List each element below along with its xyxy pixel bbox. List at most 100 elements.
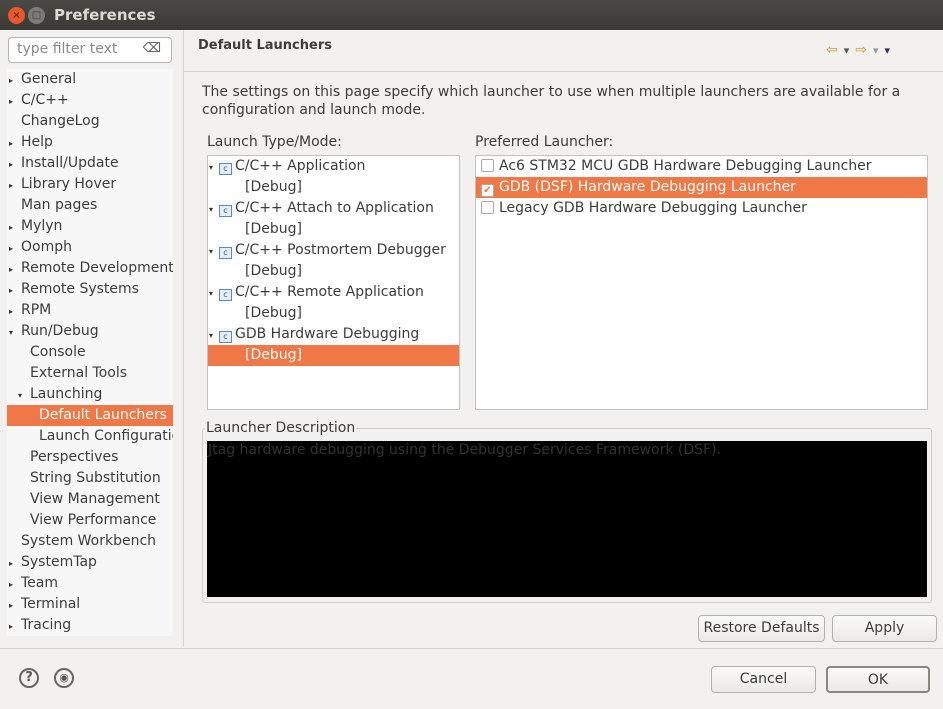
launch-type-label: C/C++ Postmortem Debugger: [235, 242, 446, 258]
tree-item[interactable]: View Management: [7, 489, 160, 510]
expand-arrow-icon[interactable]: ▸: [9, 154, 21, 175]
expand-arrow-icon[interactable]: ▸: [9, 175, 21, 196]
launch-type-item[interactable]: ▾ c C/C++ Attach to Application: [208, 198, 459, 219]
close-button[interactable]: ×: [8, 7, 25, 24]
sash[interactable]: [183, 30, 184, 647]
collapse-arrow-icon[interactable]: ▾: [209, 283, 219, 304]
tree-item-label: Perspectives: [30, 449, 119, 465]
expand-arrow-icon[interactable]: ▸: [9, 217, 21, 238]
tree-item[interactable]: ▸ Install/Update: [7, 153, 119, 174]
tree-item[interactable]: System Workbench: [7, 531, 156, 552]
preferred-launcher-item[interactable]: Ac6 STM32 MCU GDB Hardware Debugging Lau…: [476, 156, 927, 177]
expand-arrow-icon[interactable]: ▸: [9, 616, 21, 636]
tree-item[interactable]: ▸ Remote Development: [7, 258, 173, 279]
collapse-arrow-icon[interactable]: ▾: [209, 199, 219, 220]
tree-item[interactable]: ▸ SystemTap: [7, 552, 97, 573]
preferred-launcher-list[interactable]: Ac6 STM32 MCU GDB Hardware Debugging Lau…: [475, 155, 928, 410]
expand-arrow-icon[interactable]: ▸: [9, 595, 21, 616]
tree-item[interactable]: ▸ Tracing: [7, 615, 71, 636]
launch-type-list[interactable]: ▾ c C/C++ Application [Debug] ▾ c C/C++ Attach…: [207, 155, 460, 410]
tree-item[interactable]: ▾ Launching: [7, 384, 102, 405]
tree-item[interactable]: Launch Configurations: [7, 426, 173, 447]
launch-type-label: Launch Type/Mode:: [207, 134, 342, 150]
tree-item[interactable]: External Tools: [7, 363, 127, 384]
checkbox[interactable]: [481, 159, 494, 172]
tree-item-label: Team: [21, 575, 59, 591]
launch-mode-item[interactable]: [Debug]: [208, 261, 459, 282]
forward-menu-icon[interactable]: ▾: [873, 44, 879, 57]
tree-item[interactable]: ▸ Remote Systems: [7, 279, 139, 300]
preferred-launcher-item[interactable]: Legacy GDB Hardware Debugging Launcher: [476, 198, 927, 219]
tree-item-label: Library Hover: [21, 176, 117, 192]
ok-button[interactable]: OK: [826, 666, 930, 693]
tree-item[interactable]: ▸ Help: [7, 132, 53, 153]
expand-arrow-icon[interactable]: ▸: [9, 259, 21, 280]
expand-arrow-icon[interactable]: ▸: [9, 133, 21, 154]
checkbox[interactable]: ✔: [481, 184, 494, 197]
expand-arrow-icon[interactable]: ▾: [18, 385, 30, 406]
tree-item[interactable]: Default Launchers: [7, 405, 173, 426]
expand-arrow-icon[interactable]: ▾: [9, 322, 21, 343]
launch-type-item[interactable]: ▾ c GDB Hardware Debugging: [208, 324, 459, 345]
expand-arrow-icon[interactable]: ▸: [9, 553, 21, 574]
tree-item-label: Tracing: [21, 617, 72, 633]
expand-arrow-icon[interactable]: ▸: [9, 280, 21, 301]
launch-type-item[interactable]: ▾ c C/C++ Application: [208, 156, 459, 177]
tree-item[interactable]: ▾ Run/Debug: [7, 321, 99, 342]
clear-filter-icon[interactable]: ⌫: [143, 41, 161, 56]
tree-item[interactable]: View Performance: [7, 510, 156, 531]
tree-item[interactable]: ▸ Team: [7, 573, 58, 594]
cancel-button[interactable]: Cancel: [711, 666, 816, 693]
tree-item[interactable]: ▸ Oomph: [7, 237, 72, 258]
back-menu-icon[interactable]: ▾: [844, 44, 850, 57]
collapse-arrow-icon[interactable]: ▾: [209, 157, 219, 178]
back-arrow-icon[interactable]: ⇦: [826, 42, 838, 58]
collapse-arrow-icon[interactable]: ▾: [209, 325, 219, 346]
launch-type-item[interactable]: ▾ c C/C++ Remote Application: [208, 282, 459, 303]
tree-item[interactable]: Man pages: [7, 195, 97, 216]
tree-item-label: Launch Configurations: [39, 428, 173, 444]
expand-arrow-icon[interactable]: ▸: [9, 301, 21, 322]
expand-arrow-icon[interactable]: ▸: [9, 70, 21, 91]
launch-mode-item[interactable]: [Debug]: [208, 219, 459, 240]
maximize-button[interactable]: □: [28, 7, 45, 24]
page-navigation: ⇦ ▾ ⇨ ▾ ▾: [826, 42, 896, 58]
tree-item-label: General: [21, 71, 77, 87]
preferences-tree[interactable]: ▸ General ▸ C/C++ ChangeLog ▸ Help ▸ Install/Upd…: [7, 69, 173, 636]
c-application-icon: c: [219, 331, 232, 343]
tree-item[interactable]: ▸ Mylyn: [7, 216, 62, 237]
launcher-description-label: Launcher Description: [205, 420, 357, 436]
launch-mode-item[interactable]: [Debug]: [208, 177, 459, 198]
apply-button[interactable]: Apply: [832, 615, 937, 642]
import-export-icon[interactable]: ◉: [54, 668, 74, 688]
checkbox[interactable]: [481, 201, 494, 214]
tree-item[interactable]: ▸ Terminal: [7, 594, 80, 615]
tree-item-label: ChangeLog: [21, 113, 100, 129]
forward-arrow-icon[interactable]: ⇨: [855, 42, 867, 58]
preferred-launcher-item[interactable]: ✔ GDB (DSF) Hardware Debugging Launcher: [476, 177, 927, 198]
view-menu-icon[interactable]: ▾: [885, 44, 891, 57]
expand-arrow-icon[interactable]: ▸: [9, 91, 21, 112]
tree-item[interactable]: ▸ RPM: [7, 300, 51, 321]
tree-item[interactable]: Perspectives: [7, 447, 118, 468]
tree-item[interactable]: ChangeLog: [7, 111, 100, 132]
help-icon[interactable]: ?: [19, 668, 39, 688]
tree-item-label: RPM: [21, 302, 52, 318]
tree-item[interactable]: ▸ General: [7, 69, 76, 90]
tree-item-label: View Performance: [30, 512, 157, 528]
tree-item[interactable]: ▸ C/C++: [7, 90, 69, 111]
tree-item[interactable]: Console: [7, 342, 86, 363]
tree-item[interactable]: String Substitution: [7, 468, 161, 489]
launch-mode-item[interactable]: [Debug]: [208, 345, 459, 366]
expand-arrow-icon[interactable]: ▸: [9, 574, 21, 595]
tree-item-label: Console: [30, 344, 86, 360]
c-application-icon: c: [219, 247, 232, 259]
launch-type-item[interactable]: ▾ c C/C++ Postmortem Debugger: [208, 240, 459, 261]
tree-item-label: View Management: [30, 491, 160, 507]
expand-arrow-icon[interactable]: ▸: [9, 238, 21, 259]
collapse-arrow-icon[interactable]: ▾: [209, 241, 219, 262]
filter-input[interactable]: type filter text ⌫: [8, 37, 172, 63]
restore-defaults-button[interactable]: Restore Defaults: [698, 615, 825, 642]
tree-item[interactable]: ▸ Library Hover: [7, 174, 116, 195]
launch-mode-item[interactable]: [Debug]: [208, 303, 459, 324]
